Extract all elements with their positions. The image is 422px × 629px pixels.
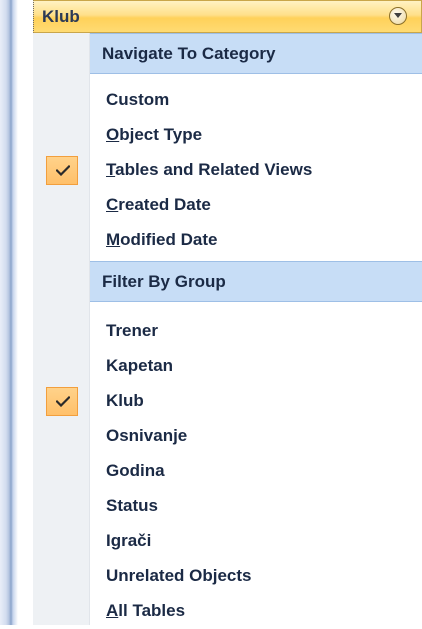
checkmark-icon (46, 387, 78, 416)
menu-item-label: Tables and Related Views (106, 160, 313, 179)
section-header-navigate: Navigate To Category (90, 33, 422, 74)
menu-item-label: All Tables (106, 601, 186, 620)
menu-item-kapetan[interactable]: Kapetan (33, 349, 422, 384)
menu-item-label: Modified Date (106, 230, 218, 249)
menu-item-osnivanje[interactable]: Osnivanje (33, 419, 422, 454)
section-header-label: Navigate To Category (102, 44, 276, 63)
menu-item-label: Osnivanje (106, 426, 188, 445)
menu-item-label: Kapetan (106, 356, 174, 375)
section-header-filter: Filter By Group (90, 261, 422, 302)
menu-item-trener[interactable]: Trener (33, 314, 422, 349)
checkmark-icon (46, 156, 78, 185)
menu-item-label: Unrelated Objects (106, 566, 252, 585)
menu-item-tables-and-related-views[interactable]: Tables and Related Views (33, 153, 422, 188)
menu-item-created-date[interactable]: Created Date (33, 188, 422, 223)
menu-item-label: Klub (106, 391, 144, 410)
menu-item-unrelated-objects[interactable]: Unrelated Objects (33, 559, 422, 594)
navigation-menu: Navigate To Category Custom Object Type Ta… (33, 33, 422, 625)
menu-item-label: Object Type (106, 125, 203, 144)
menu-item-object-type[interactable]: Object Type (33, 118, 422, 153)
menu-item-label: Created Date (106, 195, 211, 214)
menu-item-label: Igrači (106, 531, 152, 550)
window-left-edge (0, 0, 18, 625)
menu-item-status[interactable]: Status (33, 489, 422, 524)
menu-item-klub[interactable]: Klub (33, 384, 422, 419)
menu-item-custom[interactable]: Custom (33, 83, 422, 118)
menu-item-godina[interactable]: Godina (33, 454, 422, 489)
menu-item-igra-i[interactable]: Igrači (33, 524, 422, 559)
menu-item-label: Trener (106, 321, 158, 340)
section-header-label: Filter By Group (102, 272, 226, 291)
nav-pane-title: Klub (42, 7, 80, 26)
menu-item-modified-date[interactable]: Modified Date (33, 223, 422, 258)
nav-pane-header[interactable]: Klub (33, 0, 422, 33)
menu-item-label: Godina (106, 461, 165, 480)
menu-item-all-tables[interactable]: All Tables (33, 594, 422, 629)
chevron-down-icon[interactable] (389, 7, 407, 25)
menu-item-label: Status (106, 496, 158, 515)
menu-item-label: Custom (106, 90, 170, 109)
